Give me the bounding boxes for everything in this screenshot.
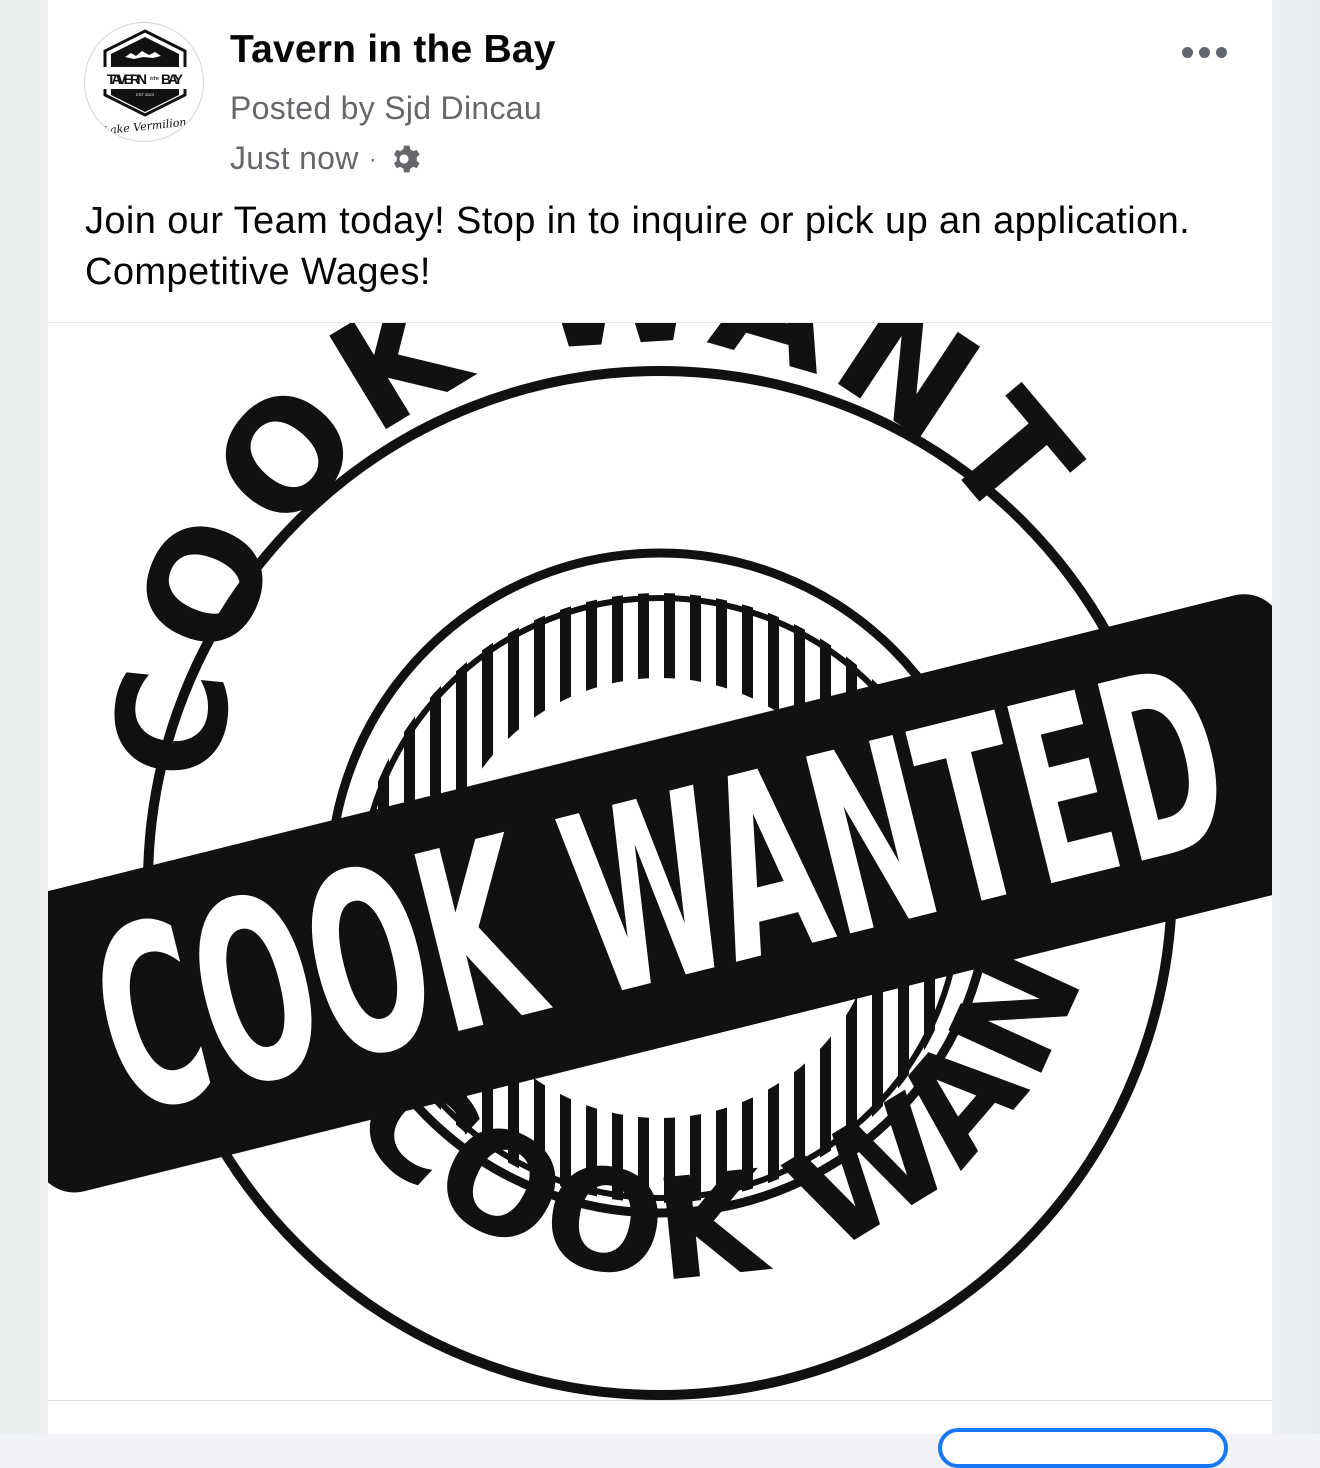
meta-separator: · <box>368 145 377 173</box>
post-message: Join our Team today! Stop in to inquire … <box>85 200 1191 293</box>
logo-name-right: BAY <box>161 71 184 87</box>
tavern-logo: TAVERN in the BAY EST 2023 Lake Vermilio… <box>101 29 187 138</box>
post-header: TAVERN in the BAY EST 2023 Lake Vermilio… <box>48 0 1272 190</box>
avatar[interactable]: TAVERN in the BAY EST 2023 Lake Vermilio… <box>84 22 204 142</box>
post-meta: Just now · <box>230 140 421 177</box>
logo-est: EST 2023 <box>136 92 154 97</box>
logo-script: Lake Vermilion <box>101 116 187 138</box>
background-right <box>1272 0 1320 1434</box>
more-options-icon[interactable] <box>1174 32 1234 72</box>
more-dot <box>1198 46 1210 58</box>
action-button[interactable] <box>938 1428 1228 1468</box>
background-left <box>0 0 48 1434</box>
divider <box>48 1400 1272 1401</box>
logo-name-middle: in the <box>150 76 159 82</box>
gear-icon[interactable] <box>387 142 421 176</box>
more-dot <box>1181 46 1193 58</box>
more-dot <box>1215 46 1227 58</box>
post-card: TAVERN in the BAY EST 2023 Lake Vermilio… <box>48 0 1272 1468</box>
page-name[interactable]: Tavern in the Bay <box>230 28 556 72</box>
posted-by[interactable]: Posted by Sjd Dincau <box>230 90 542 127</box>
cook-wanted-stamp: COOK WANTED COOK WANTED COOK WANTED <box>48 323 1272 1400</box>
logo-name-left: TAVERN <box>107 71 147 87</box>
timestamp[interactable]: Just now <box>230 140 359 177</box>
post-image[interactable]: COOK WANTED COOK WANTED COOK WANTED <box>48 323 1272 1400</box>
